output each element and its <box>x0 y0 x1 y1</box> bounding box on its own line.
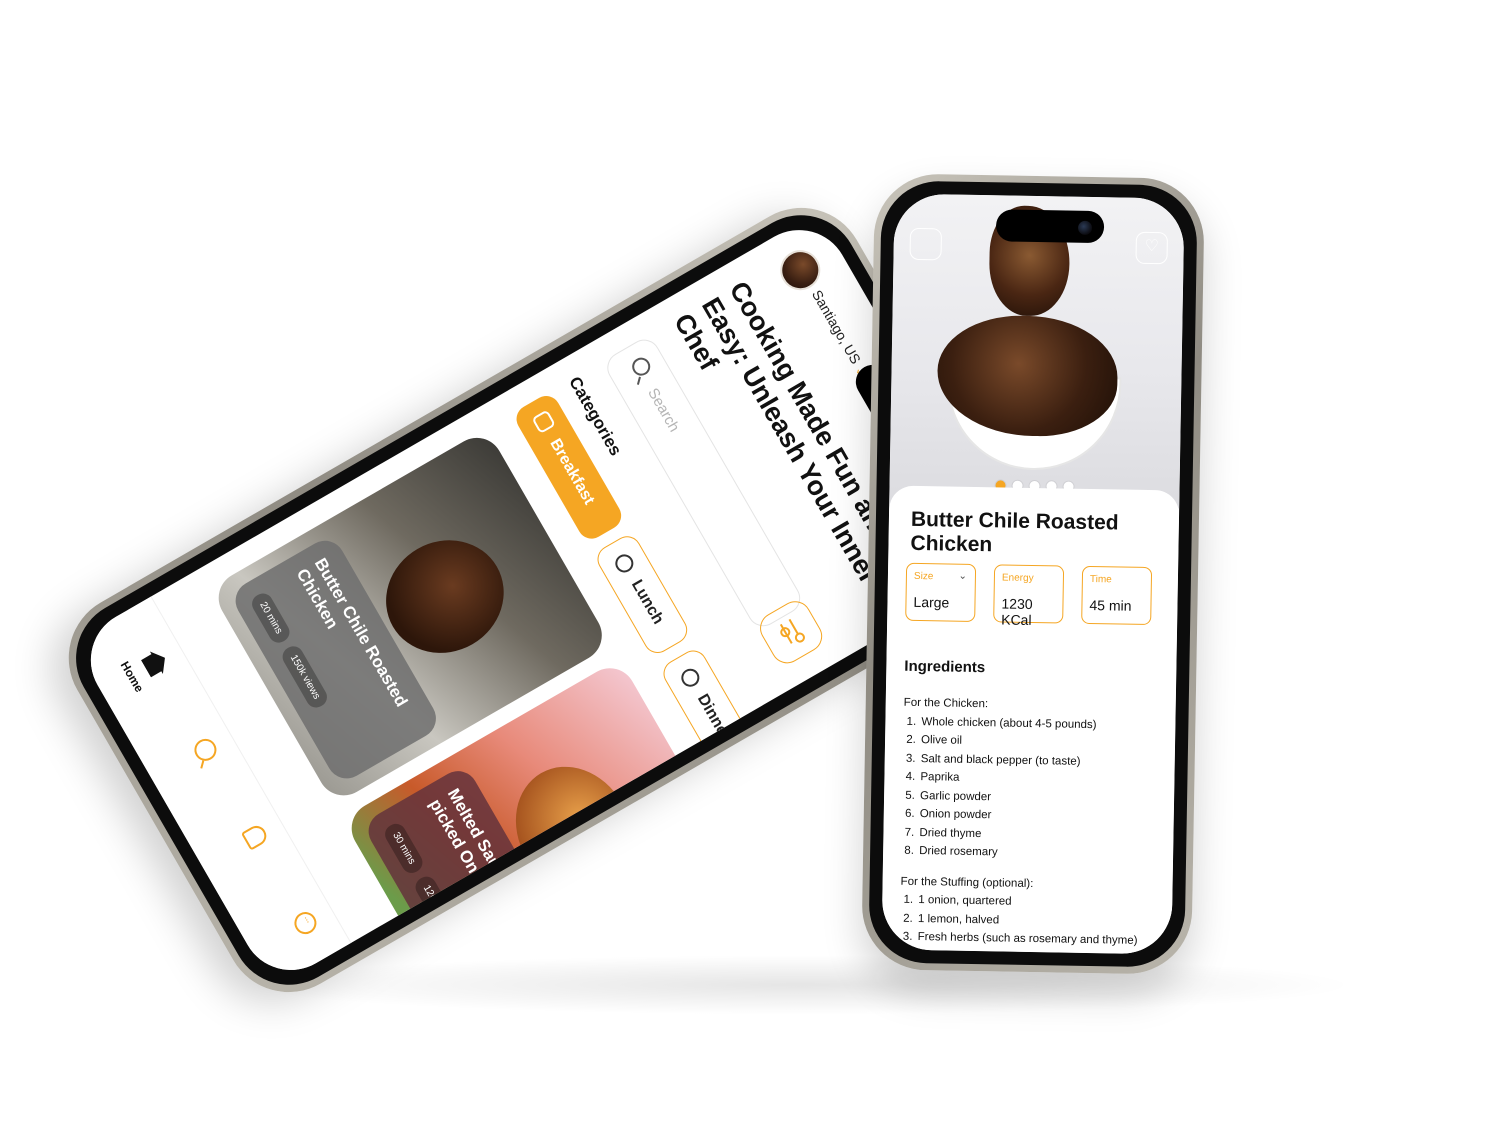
detail-screen: ♡ Butter Chile Roasted Chicken Size ⌄ La… <box>881 193 1185 955</box>
nav-home[interactable]: Home <box>106 623 185 715</box>
location-selector[interactable]: Santiago, US⌄ <box>809 287 871 379</box>
ingredient-item: Dried rosemary <box>917 842 1165 865</box>
ingredients-list: For the Chicken: Whole chicken (about 4-… <box>899 694 1168 955</box>
recipe-views: 150k views <box>278 642 331 712</box>
search-icon <box>628 354 654 379</box>
nav-messages[interactable] <box>272 883 335 966</box>
dynamic-island <box>995 209 1105 244</box>
location-label: Santiago, US <box>808 287 865 367</box>
time-spec: Time 45 min <box>1081 565 1153 626</box>
spec-label: Size <box>913 570 934 583</box>
breakfast-icon <box>531 409 557 435</box>
back-button[interactable] <box>909 227 943 261</box>
recipe-specs: Size ⌄ Large Energy 1230 KCal Time 45 mi… <box>905 562 1160 628</box>
ingredients-heading: Ingredients <box>904 657 986 677</box>
nav-notifications[interactable] <box>222 796 285 879</box>
energy-spec: Energy 1230 KCal <box>993 564 1065 628</box>
recipe-views: 120k views <box>411 873 464 942</box>
home-icon <box>139 646 171 680</box>
lunch-icon <box>612 551 637 576</box>
filter-icon <box>793 630 807 645</box>
recipe-sheet: Butter Chile Roasted Chicken Size ⌄ Larg… <box>881 485 1180 955</box>
heart-icon[interactable]: ♡ <box>1135 231 1168 265</box>
floor-shadow <box>240 955 1360 1015</box>
spec-label: Time <box>1089 573 1112 586</box>
search-placeholder: Search <box>644 385 683 435</box>
phone-bezel: ♡ Butter Chile Roasted Chicken Size ⌄ La… <box>868 180 1198 968</box>
recipe-title: Butter Chile Roasted Chicken <box>910 507 1119 557</box>
chip-label: Breakfast <box>546 435 598 508</box>
ingredient-group: 1 onion, quartered 1 lemon, halved Fresh… <box>899 891 1164 951</box>
ingredient-group: Whole chicken (about 4-5 pounds) Olive o… <box>901 712 1168 865</box>
spec-value: 1230 KCal <box>1001 595 1033 628</box>
ingredient-item: Fresh herbs (such as rosemary and thyme) <box>915 928 1163 951</box>
nav-home-label: Home <box>117 658 147 695</box>
chevron-down-icon: ⌄ <box>958 570 968 582</box>
recipe-photo <box>493 745 654 914</box>
bell-icon <box>240 822 270 851</box>
nav-search[interactable] <box>172 710 235 793</box>
pizza-icon <box>678 665 703 691</box>
size-selector[interactable]: Size ⌄ Large <box>905 562 977 622</box>
spec-label: Energy <box>1001 572 1034 585</box>
search-icon <box>190 734 221 765</box>
chat-icon <box>290 908 321 939</box>
spec-value: 45 min <box>1089 596 1132 614</box>
category-chip-dinner[interactable]: Dinner <box>658 645 764 782</box>
chip-label: Dinner <box>693 691 734 744</box>
phone-detail-mockup: ♡ Butter Chile Roasted Chicken Size ⌄ La… <box>861 173 1205 975</box>
recipe-time: 20 mins <box>248 589 294 647</box>
recipe-time: 30 mins <box>381 820 427 877</box>
chip-label: Lunch <box>627 577 667 628</box>
spec-value: Large <box>913 593 950 611</box>
